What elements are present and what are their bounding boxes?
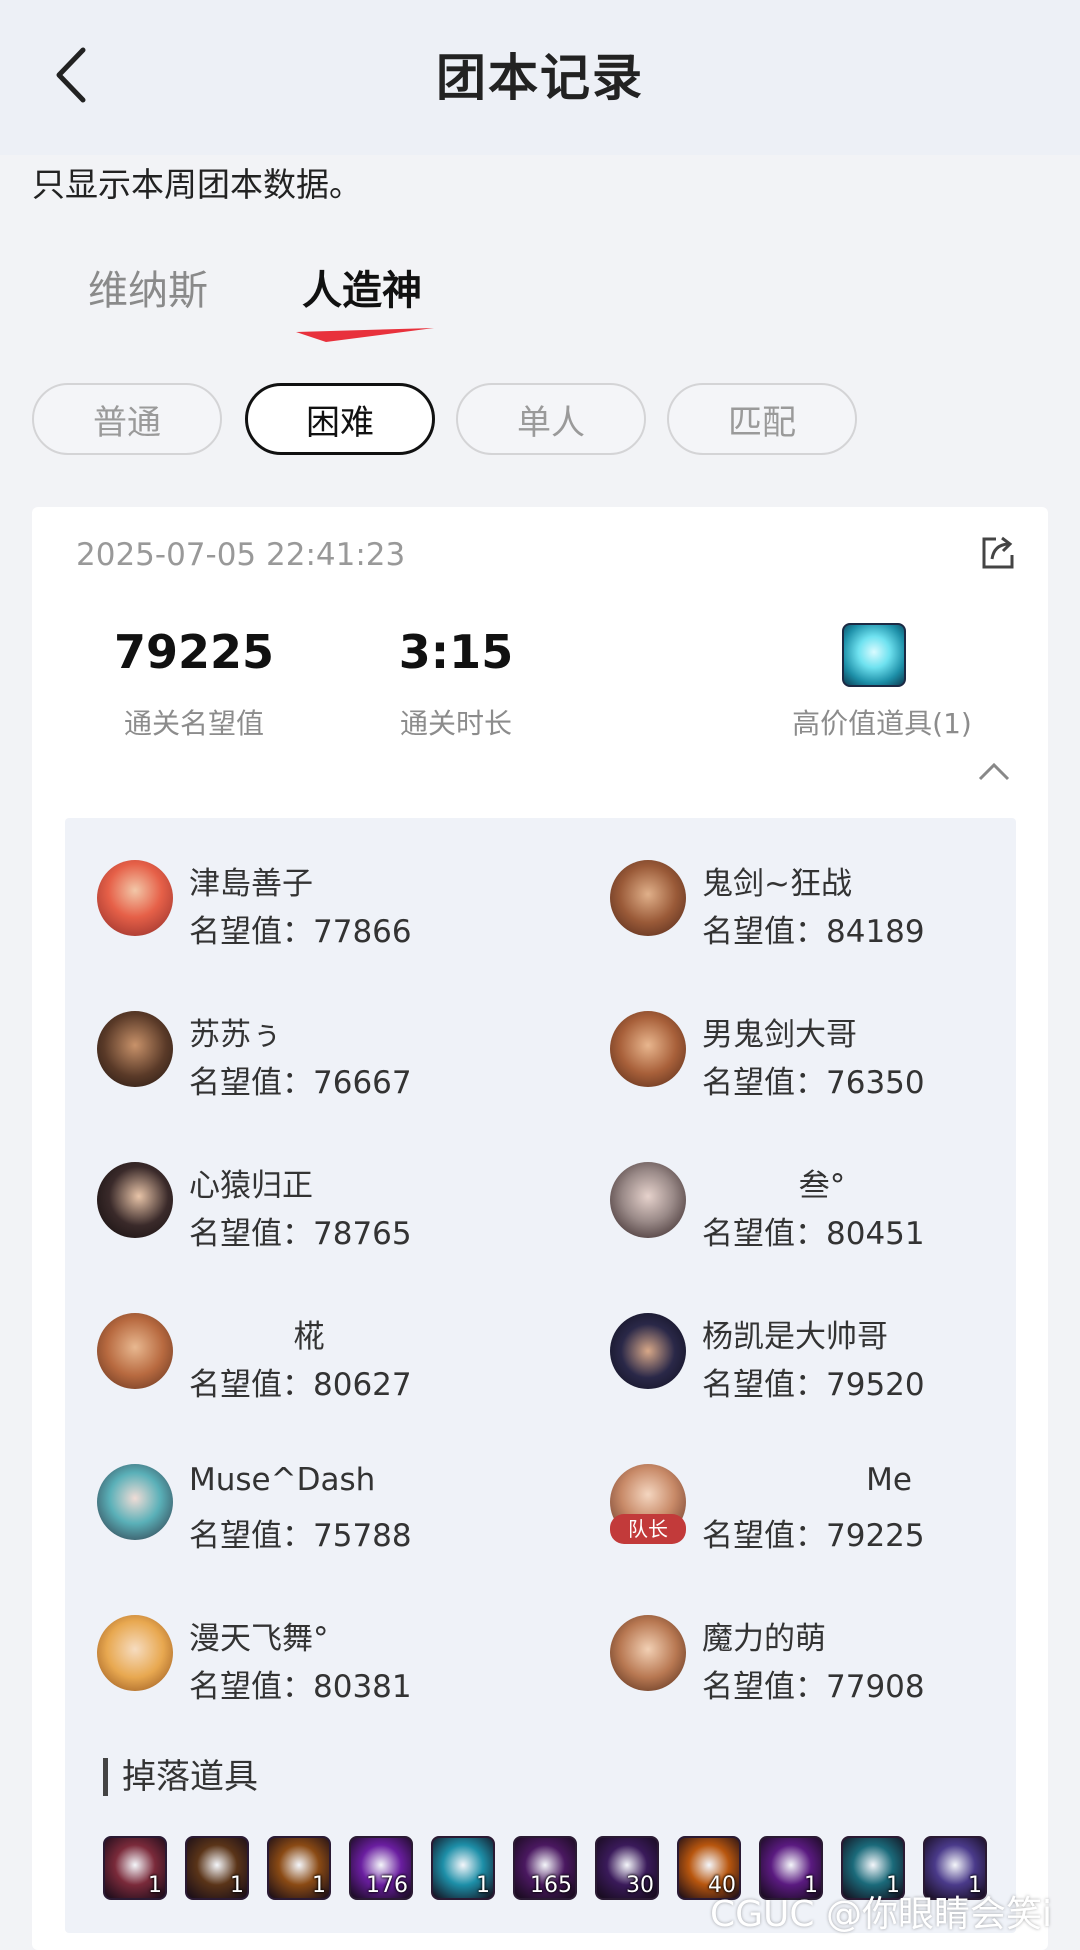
avatar bbox=[97, 1464, 173, 1540]
avatar bbox=[610, 1011, 686, 1087]
avatar bbox=[97, 1011, 173, 1087]
high-value-item-icon[interactable] bbox=[842, 623, 906, 687]
clear-reputation-label: 通关名望值 bbox=[123, 707, 264, 740]
tab-artificial-god[interactable]: 人造神 bbox=[302, 258, 422, 316]
member-name: 男鬼剑大哥 bbox=[702, 1017, 857, 1053]
member-card[interactable]: 漫天飞舞° 名望值：80381 bbox=[97, 1603, 537, 1705]
member-reputation: 名望值：79225 bbox=[702, 1518, 925, 1554]
chevron-up-icon[interactable] bbox=[976, 759, 1012, 783]
member-card[interactable]: 队长 Me 名望值：79225 bbox=[610, 1452, 1050, 1554]
tab-indicator bbox=[296, 328, 434, 342]
member-name: 心猿归正 bbox=[189, 1168, 313, 1204]
drop-item-icon[interactable]: 176 bbox=[349, 1836, 413, 1900]
drop-item-icon[interactable]: 1 bbox=[267, 1836, 331, 1900]
captain-badge: 队长 bbox=[610, 1514, 686, 1544]
drop-item-icon[interactable]: 1 bbox=[185, 1836, 249, 1900]
drop-item-icon[interactable]: 1 bbox=[431, 1836, 495, 1900]
avatar bbox=[610, 1313, 686, 1389]
drop-item-count: 30 bbox=[626, 1873, 654, 1898]
member-reputation: 名望值：75788 bbox=[189, 1518, 412, 1554]
raid-record-card: 2025-07-05 22:41:23 79225 通关名望值 3:15 通关时… bbox=[32, 507, 1048, 1950]
member-name: 椛 bbox=[293, 1319, 325, 1355]
member-reputation: 名望值：78765 bbox=[189, 1216, 412, 1252]
drop-item-icon[interactable]: 165 bbox=[513, 1836, 577, 1900]
drop-item-icon[interactable]: 1 bbox=[103, 1836, 167, 1900]
clear-time-label: 通关时长 bbox=[399, 707, 512, 740]
avatar bbox=[610, 1615, 686, 1691]
member-name: 苏苏ぅ bbox=[189, 1017, 282, 1053]
share-icon[interactable] bbox=[978, 533, 1018, 573]
drops-title: 掉落道具 bbox=[103, 1758, 258, 1796]
member-card[interactable]: 魔力的萌 名望值：77908 bbox=[610, 1603, 1050, 1705]
drop-item-count: 176 bbox=[366, 1873, 408, 1898]
member-reputation: 名望值：84189 bbox=[702, 914, 925, 950]
notice-text: 只显示本周团本数据。 bbox=[32, 165, 362, 204]
drop-item-icon[interactable]: 30 bbox=[595, 1836, 659, 1900]
member-reputation: 名望值：80381 bbox=[189, 1669, 412, 1705]
member-reputation: 名望值：79520 bbox=[702, 1367, 925, 1403]
member-reputation: 名望值：77908 bbox=[702, 1669, 925, 1705]
member-card[interactable]: 苏苏ぅ 名望值：76667 bbox=[97, 999, 537, 1101]
drop-item-count: 1 bbox=[230, 1873, 244, 1898]
drop-item-count: 165 bbox=[530, 1873, 572, 1898]
difficulty-hard-button[interactable]: 困难 bbox=[245, 383, 435, 455]
member-name: 漫天飞舞° bbox=[189, 1621, 329, 1657]
tab-venus[interactable]: 维纳斯 bbox=[88, 258, 208, 316]
member-reputation: 名望值：76350 bbox=[702, 1065, 925, 1101]
clear-time-value: 3:15 bbox=[398, 625, 514, 679]
high-value-item-label: 高价值道具(1) bbox=[792, 707, 972, 740]
difficulty-match-button[interactable]: 匹配 bbox=[667, 383, 857, 455]
member-card[interactable]: 杨凯是大帅哥 名望值：79520 bbox=[610, 1301, 1050, 1403]
member-card[interactable]: 椛 名望值：80627 bbox=[97, 1301, 537, 1403]
avatar bbox=[97, 1615, 173, 1691]
member-card[interactable]: 男鬼剑大哥 名望值：76350 bbox=[610, 999, 1050, 1101]
member-reputation: 名望值：80627 bbox=[189, 1367, 412, 1403]
avatar bbox=[97, 860, 173, 936]
member-name: 杨凯是大帅哥 bbox=[702, 1319, 888, 1355]
record-datetime: 2025-07-05 22:41:23 bbox=[76, 537, 406, 573]
avatar bbox=[97, 1162, 173, 1238]
difficulty-solo-button[interactable]: 单人 bbox=[456, 383, 646, 455]
member-card[interactable]: 心猿归正 名望值：78765 bbox=[97, 1150, 537, 1252]
top-bar: 团本记录 bbox=[0, 0, 1080, 155]
watermark: CGUC @你眼睛会笑i bbox=[710, 1894, 1052, 1935]
member-reputation: 名望值：77866 bbox=[189, 914, 412, 950]
drop-item-count: 1 bbox=[148, 1873, 162, 1898]
member-name: Muse^Dash bbox=[189, 1462, 376, 1498]
avatar bbox=[97, 1313, 173, 1389]
member-reputation: 名望值：80451 bbox=[702, 1216, 925, 1252]
clear-reputation-value: 79225 bbox=[113, 625, 275, 679]
member-reputation: 名望值：76667 bbox=[189, 1065, 412, 1101]
member-name: Me bbox=[866, 1462, 912, 1498]
member-card[interactable]: 叁° 名望值：80451 bbox=[610, 1150, 1050, 1252]
member-name: 鬼剑~狂战 bbox=[702, 866, 852, 902]
avatar bbox=[610, 1162, 686, 1238]
difficulty-normal-button[interactable]: 普通 bbox=[32, 383, 222, 455]
member-card[interactable]: 津島善子 名望值：77866 bbox=[97, 848, 537, 950]
member-card[interactable]: Muse^Dash 名望值：75788 bbox=[97, 1452, 537, 1554]
page-title: 团本记录 bbox=[436, 49, 644, 107]
member-name: 魔力的萌 bbox=[702, 1621, 826, 1657]
member-name: 叁° bbox=[798, 1168, 846, 1204]
member-name: 津島善子 bbox=[189, 866, 313, 902]
drop-item-count: 1 bbox=[476, 1873, 490, 1898]
avatar bbox=[610, 860, 686, 936]
drop-item-count: 1 bbox=[312, 1873, 326, 1898]
member-card[interactable]: 鬼剑~狂战 名望值：84189 bbox=[610, 848, 1050, 950]
members-panel: 津島善子 名望值：77866 苏苏ぅ 名望值：76667 心猿归正 名望值：78… bbox=[65, 818, 1016, 1933]
